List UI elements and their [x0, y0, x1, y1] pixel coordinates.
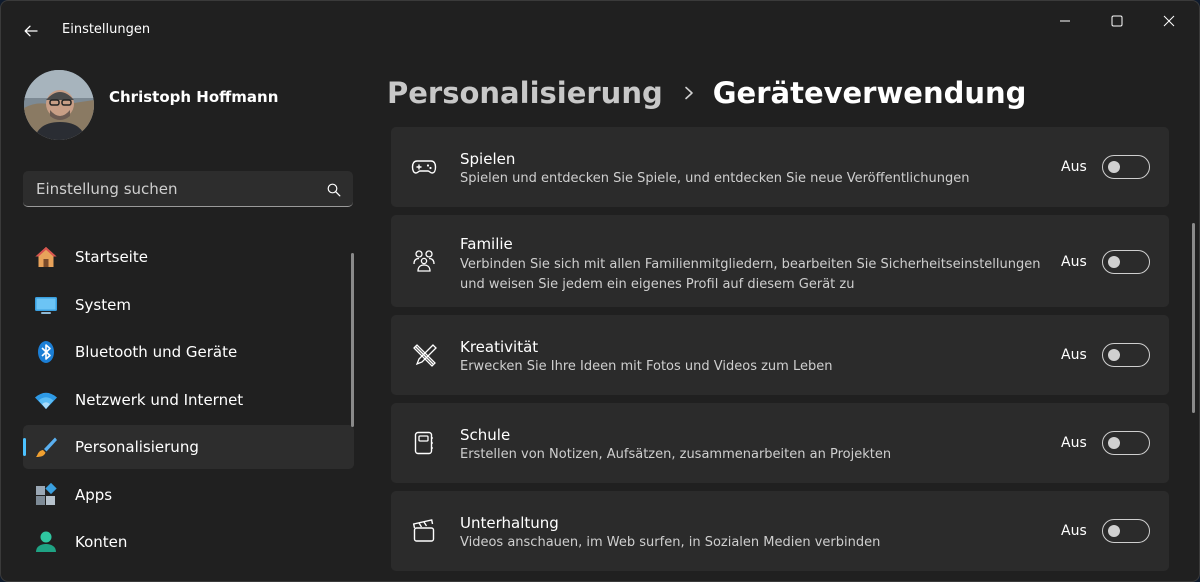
search-icon[interactable] [327, 182, 341, 201]
wifi-icon [34, 388, 58, 412]
sidebar-item-label: Netzwerk und Internet [75, 390, 244, 409]
bluetooth-icon [34, 340, 58, 364]
card-description: Spielen und entdecken Sie Spiele, und en… [460, 171, 970, 186]
sidebar-item-label: Bluetooth und Geräte [75, 343, 238, 361]
family-icon [411, 248, 437, 274]
unterhaltung-toggle[interactable] [1102, 519, 1150, 543]
chevron-right-icon [683, 86, 695, 100]
sidebar-item-label: Personalisierung [75, 438, 199, 456]
sidebar-item-bluetooth[interactable]: Bluetooth und Geräte [23, 330, 354, 374]
spielen-toggle[interactable] [1102, 155, 1150, 179]
sidebar-scrollbar[interactable] [351, 253, 354, 427]
pen-ruler-icon [411, 342, 437, 368]
sidebar-item-apps[interactable]: Apps [23, 473, 354, 517]
app-title: Einstellungen [62, 22, 151, 37]
notebook-icon [411, 430, 437, 456]
close-button[interactable] [1144, 1, 1194, 41]
sidebar-item-label: Konten [75, 533, 128, 551]
minimize-button[interactable] [1040, 1, 1090, 41]
sidebar-item-startseite[interactable]: Startseite [23, 235, 354, 279]
sidebar-item-label: System [75, 295, 131, 314]
back-arrow-icon [24, 25, 38, 37]
monitor-icon [34, 293, 58, 317]
user-name: Christoph Hoffmann [109, 88, 279, 106]
sidebar-item-personalisierung[interactable]: Personalisierung [23, 425, 354, 469]
main-scrollbar[interactable] [1192, 223, 1195, 413]
breadcrumb: Personalisierung Geräteverwendung [387, 71, 1026, 115]
back-button[interactable] [13, 16, 49, 46]
card-title: Schule [460, 426, 511, 444]
maximize-icon [1111, 15, 1123, 27]
toggle-state-label: Aus [1061, 254, 1087, 270]
toggle-state-label: Aus [1061, 435, 1087, 451]
familie-toggle[interactable] [1102, 250, 1150, 274]
card-description: Erwecken Sie Ihre Ideen mit Fotos und Vi… [460, 359, 833, 374]
device-usage-list: Spielen Spielen und entdecken Sie Spiele… [391, 127, 1169, 579]
account-icon [34, 530, 58, 554]
page-title: Geräteverwendung [712, 76, 1027, 110]
sidebar-item-konten[interactable]: Konten [23, 520, 354, 564]
card-familie[interactable]: Familie Verbinden Sie sich mit allen Fam… [391, 215, 1169, 307]
close-icon [1163, 15, 1175, 27]
search-box[interactable]: Einstellung suchen [23, 171, 353, 207]
card-spielen[interactable]: Spielen Spielen und entdecken Sie Spiele… [391, 127, 1169, 207]
card-title: Unterhaltung [460, 514, 559, 532]
card-unterhaltung[interactable]: Unterhaltung Videos anschauen, im Web su… [391, 491, 1169, 571]
search-input[interactable]: Einstellung suchen [36, 180, 178, 198]
maximize-button[interactable] [1092, 1, 1142, 41]
settings-window: Einstellungen Christoph Hoffmann Einstel… [0, 0, 1200, 582]
toggle-state-label: Aus [1061, 523, 1087, 539]
user-photo-icon [24, 70, 94, 140]
breadcrumb-parent[interactable]: Personalisierung [387, 76, 663, 110]
gamepad-icon [411, 154, 437, 180]
brush-icon [34, 435, 58, 459]
card-description: Videos anschauen, im Web surfen, in Sozi… [460, 535, 881, 550]
sidebar-nav: Startseite System Bluetooth und Geräte N… [23, 235, 354, 568]
clapperboard-icon [411, 518, 437, 544]
sidebar-item-system[interactable]: System [23, 283, 354, 327]
schule-toggle[interactable] [1102, 431, 1150, 455]
card-description: Erstellen von Notizen, Aufsätzen, zusamm… [460, 447, 892, 462]
toggle-state-label: Aus [1061, 347, 1087, 363]
card-kreativitaet[interactable]: Kreativität Erwecken Sie Ihre Ideen mit … [391, 315, 1169, 395]
card-description: Verbinden Sie sich mit allen Familienmit… [460, 257, 1041, 292]
avatar[interactable] [24, 70, 94, 140]
toggle-state-label: Aus [1061, 159, 1087, 175]
sidebar-item-label: Apps [75, 485, 113, 504]
card-title: Familie [460, 235, 513, 253]
apps-icon [34, 482, 58, 507]
card-title: Kreativität [460, 338, 539, 356]
card-schule[interactable]: Schule Erstellen von Notizen, Aufsätzen,… [391, 403, 1169, 483]
sidebar-item-netzwerk[interactable]: Netzwerk und Internet [23, 378, 354, 422]
title-bar: Einstellungen [1, 1, 1199, 61]
home-icon [34, 245, 58, 269]
card-title: Spielen [460, 150, 516, 168]
kreativitaet-toggle[interactable] [1102, 343, 1150, 367]
sidebar-item-label: Startseite [75, 248, 148, 266]
minimize-icon [1060, 20, 1070, 22]
